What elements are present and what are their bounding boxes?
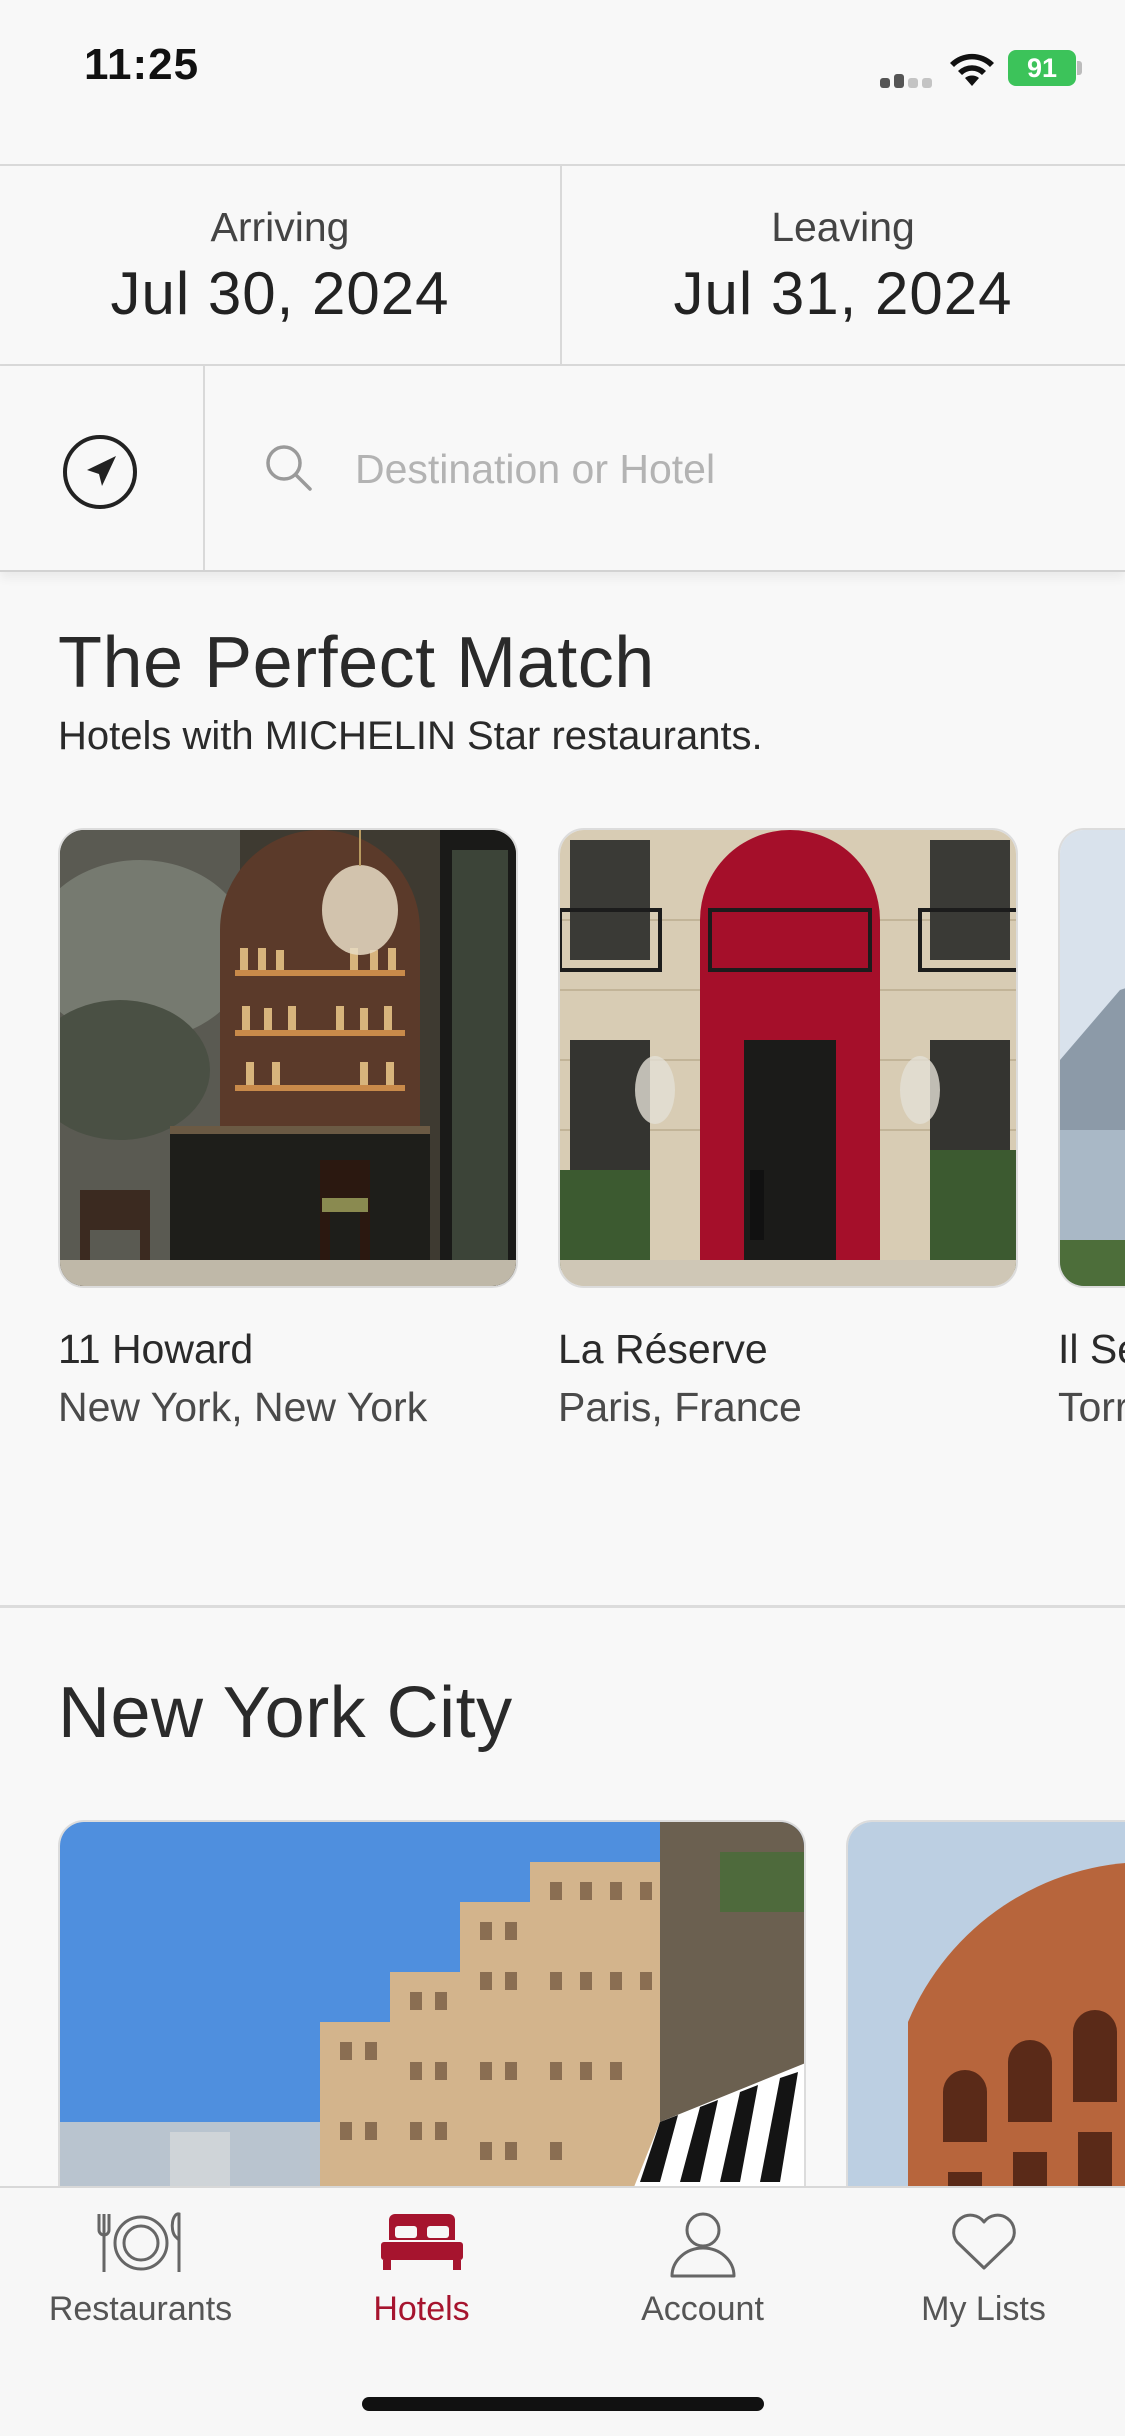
home-indicator[interactable] bbox=[362, 2397, 764, 2411]
cellular-signal-icon bbox=[880, 68, 936, 88]
perfect-match-title: The Perfect Match bbox=[58, 623, 655, 703]
tab-label: Hotels bbox=[373, 2290, 470, 2328]
heart-icon bbox=[951, 2213, 1016, 2270]
search-field[interactable] bbox=[207, 366, 1125, 570]
leaving-date-button[interactable]: Leaving Jul 31, 2024 bbox=[562, 166, 1124, 364]
hotel-photo-brick-building bbox=[846, 1820, 1125, 2220]
current-location-button[interactable] bbox=[0, 366, 205, 570]
perfect-match-subtitle: Hotels with MICHELIN Star restaurants. bbox=[58, 714, 763, 758]
city-section-title: New York City bbox=[58, 1673, 513, 1753]
battery-cap bbox=[1077, 61, 1082, 75]
arriving-date: Jul 30, 2024 bbox=[110, 260, 450, 327]
hotel-location: Torr bbox=[1058, 1384, 1125, 1430]
tab-restaurants[interactable]: Restaurants bbox=[0, 2188, 281, 2338]
hotel-photo-facade bbox=[558, 828, 1018, 1288]
arriving-date-button[interactable]: Arriving Jul 30, 2024 bbox=[0, 166, 562, 364]
tab-label: Account bbox=[641, 2290, 764, 2328]
search-row bbox=[0, 366, 1125, 572]
hotel-photo-lake bbox=[1058, 828, 1125, 1288]
search-icon bbox=[266, 445, 312, 491]
hotel-location: Paris, France bbox=[558, 1384, 802, 1430]
person-icon bbox=[670, 2212, 735, 2278]
arriving-label: Arriving bbox=[210, 204, 350, 250]
tab-my-lists[interactable]: My Lists bbox=[843, 2188, 1124, 2338]
tab-account[interactable]: Account bbox=[562, 2188, 843, 2338]
hotel-photo-bar-interior bbox=[58, 828, 518, 1288]
search-input[interactable] bbox=[355, 434, 1055, 504]
leaving-label: Leaving bbox=[771, 204, 915, 250]
hotel-name: La Réserve bbox=[558, 1326, 768, 1372]
tab-hotels[interactable]: Hotels bbox=[281, 2188, 562, 2338]
section-divider bbox=[0, 1605, 1125, 1608]
hotel-name: 11 Howard bbox=[58, 1326, 254, 1372]
hotel-photo-building bbox=[58, 1820, 806, 2220]
hotel-location: New York, New York bbox=[58, 1384, 428, 1430]
date-selector: Arriving Jul 30, 2024 Leaving Jul 31, 20… bbox=[0, 164, 1125, 366]
bed-icon bbox=[380, 2214, 463, 2270]
battery-icon: 91 bbox=[1008, 50, 1076, 86]
status-bar: 11:25 91 bbox=[0, 0, 1125, 140]
hotel-name: Il Se bbox=[1058, 1326, 1125, 1372]
wifi-icon bbox=[950, 53, 994, 86]
plate-icon bbox=[97, 2212, 180, 2272]
tab-label: My Lists bbox=[921, 2290, 1046, 2328]
location-arrow-icon bbox=[63, 435, 137, 509]
tab-label: Restaurants bbox=[48, 2290, 233, 2328]
leaving-date: Jul 31, 2024 bbox=[673, 260, 1013, 327]
status-time: 11:25 bbox=[84, 40, 200, 89]
